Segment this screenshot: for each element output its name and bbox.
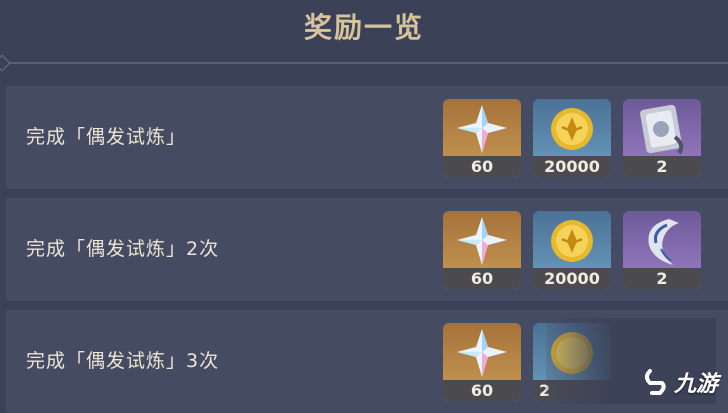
- jiuyou-logo-icon: [644, 369, 666, 395]
- header-divider: [0, 62, 728, 64]
- talent-book-icon: [623, 99, 701, 157]
- reward-quantity: 60: [443, 268, 521, 289]
- horn-material-icon: [623, 211, 701, 269]
- reward-card-primogem[interactable]: 60: [443, 323, 521, 401]
- mora-icon: [533, 211, 611, 269]
- reward-row-2: 完成「偶发试炼」2次 60 20000 2: [6, 198, 728, 301]
- reward-card-primogem[interactable]: 60: [443, 99, 521, 177]
- watermark-text: 九游: [673, 372, 718, 397]
- reward-card-talent-book[interactable]: 2: [623, 99, 701, 177]
- reward-row-1: 完成「偶发试炼」 60 20000 2: [6, 86, 728, 189]
- reward-quantity: 20000: [533, 156, 611, 177]
- reward-card-mora[interactable]: 20000: [533, 99, 611, 177]
- reward-quantity: 2: [623, 156, 701, 177]
- reward-quantity: 20000: [533, 268, 611, 289]
- divider-ornament: [0, 54, 11, 72]
- watermark-logo: 九游: [642, 366, 718, 398]
- reward-card-horn-material[interactable]: 2: [623, 211, 701, 289]
- reward-card-primogem[interactable]: 60: [443, 211, 521, 289]
- primogem-icon: [443, 211, 521, 269]
- reward-row-label: 完成「偶发试炼」: [26, 126, 187, 148]
- reward-quantity: 2: [623, 268, 701, 289]
- primogem-icon: [443, 323, 521, 381]
- reward-row-label: 完成「偶发试炼」3次: [26, 350, 220, 372]
- page-title: 奖励一览: [303, 11, 424, 44]
- reward-card-mora[interactable]: 20000: [533, 211, 611, 289]
- reward-quantity: 60: [443, 156, 521, 177]
- reward-quantity: 60: [443, 380, 521, 401]
- primogem-icon: [443, 99, 521, 157]
- mora-icon: [533, 99, 611, 157]
- reward-row-label: 完成「偶发试炼」2次: [26, 238, 220, 260]
